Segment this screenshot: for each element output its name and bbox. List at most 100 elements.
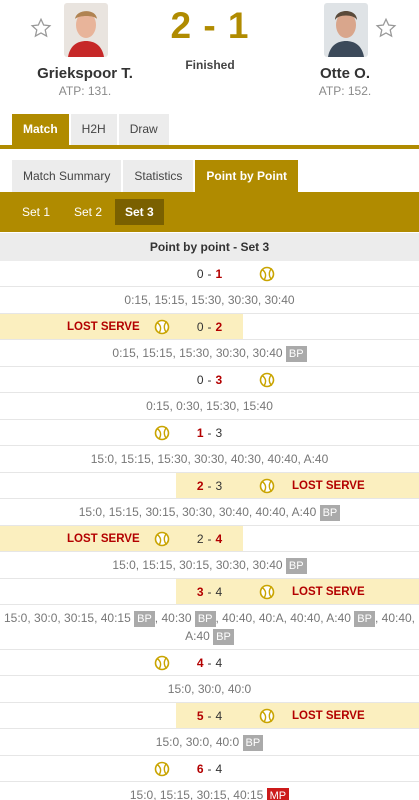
away-player-rank: ATP: 152.: [318, 84, 372, 98]
tennis-ball-serve-icon: [259, 266, 275, 282]
tennis-ball-serve-icon: [154, 761, 170, 777]
game-row: 1-3: [0, 420, 419, 446]
away-games: 4: [215, 709, 223, 723]
game-row: 4-4: [0, 650, 419, 676]
points-row: 15:0, 30:0, 40:0 BP: [0, 729, 419, 756]
game-row: LOST SERVE 2-3: [0, 473, 419, 499]
home-games: 2: [196, 479, 204, 493]
tennis-ball-serve-icon: [154, 319, 170, 335]
home-games: 4: [196, 656, 204, 670]
away-games: 3: [215, 426, 223, 440]
score-separator: -: [207, 762, 212, 776]
break-point-badge: BP: [194, 611, 216, 627]
detail-tabs: Match Summary Statistics Point by Point: [12, 160, 299, 192]
game-row: 0-3: [0, 367, 419, 393]
home-player-avatar[interactable]: [64, 3, 108, 57]
home-games: 0: [196, 320, 204, 334]
away-player-name[interactable]: Otte O.: [270, 65, 419, 82]
game-score: 1-3: [0, 420, 419, 446]
points-row: 0:15, 15:15, 15:30, 30:30, 30:40 BP: [0, 340, 419, 367]
score-separator: -: [207, 373, 212, 387]
tab-match[interactable]: Match: [12, 114, 69, 145]
tab-h2h[interactable]: H2H: [70, 114, 117, 145]
break-point-badge: BP: [213, 629, 234, 645]
home-player-name[interactable]: Griekspoor T.: [10, 65, 160, 82]
points-sequence: 15:0, 30:0, 40:0: [167, 682, 252, 696]
main-tabs: Match H2H Draw: [12, 114, 169, 145]
score-separator: -: [207, 320, 212, 334]
away-games: 2: [215, 320, 223, 334]
points-sequence: 0:15, 15:15, 15:30, 30:30, 30:40: [124, 293, 295, 307]
game-row: LOST SERVE 5-4: [0, 703, 419, 729]
points-row: 0:15, 0:30, 15:30, 15:40: [0, 393, 419, 420]
away-games: 4: [215, 532, 223, 546]
points-sequence: 15:0, 15:15, 30:15, 30:30, 30:40, 40:40,…: [78, 505, 320, 519]
section-title: Point by point - Set 3: [0, 233, 419, 261]
points-row: 15:0, 15:15, 30:15, 40:15 MP: [0, 782, 419, 800]
match-score: 2 - 1: [170, 5, 250, 46]
set-3-button[interactable]: Set 3: [115, 199, 164, 225]
game-score: 6-4: [0, 756, 419, 782]
score-separator: -: [207, 709, 212, 723]
set-1-button[interactable]: Set 1: [12, 199, 60, 225]
set-selector: Set 1 Set 2 Set 3: [0, 192, 419, 232]
away-games: 4: [215, 762, 223, 776]
score-separator: -: [207, 479, 212, 493]
tab-point-by-point[interactable]: Point by Point: [195, 160, 299, 192]
away-player-avatar[interactable]: [324, 3, 368, 57]
tab-statistics[interactable]: Statistics: [123, 160, 194, 192]
points-row: 15:0, 15:15, 30:15, 30:30, 30:40 BP: [0, 552, 419, 579]
points-sequence: 15:0, 15:15, 15:30, 30:30, 40:30, 40:40,…: [90, 452, 329, 466]
points-row: 15:0, 15:15, 15:30, 30:30, 40:30, 40:40,…: [0, 446, 419, 473]
home-games: 6: [196, 762, 204, 776]
points-sequence: 0:15, 0:30, 15:30, 15:40: [146, 399, 273, 413]
points-sequence: 0:15, 15:15, 15:30, 30:30, 30:40: [112, 346, 286, 360]
tennis-ball-serve-icon: [259, 708, 275, 724]
score-separator: -: [207, 656, 212, 670]
game-row: 0-1: [0, 261, 419, 287]
tab-draw[interactable]: Draw: [118, 114, 169, 145]
tennis-ball-serve-icon: [259, 478, 275, 494]
game-score: 0-2: [0, 314, 419, 340]
set-2-button[interactable]: Set 2: [64, 199, 112, 225]
tennis-ball-serve-icon: [154, 531, 170, 547]
home-games: 2: [196, 532, 204, 546]
game-score: 2-4: [0, 526, 419, 552]
break-point-badge: BP: [354, 611, 375, 627]
home-games: 0: [196, 373, 204, 387]
game-score: 0-1: [0, 261, 419, 287]
points-sequence: 15:0, 30:0, 30:15, 40:15: [4, 611, 135, 625]
score-separator: -: [207, 426, 212, 440]
match-point-badge: MP: [266, 788, 290, 800]
points-sequence: 15:0, 15:15, 30:15, 30:30, 30:40: [112, 558, 286, 572]
points-sequence: , 40:30: [154, 611, 195, 625]
points-row: 15:0, 30:0, 30:15, 40:15 BP, 40:30 BP, 4…: [0, 605, 419, 650]
game-score: 2-3: [0, 473, 419, 499]
point-by-point-list: 0-1 0:15, 15:15, 15:30, 30:30, 30:40 LOST …: [0, 261, 419, 800]
away-games: 3: [215, 479, 223, 493]
away-games: 3: [215, 373, 223, 387]
favorite-star-icon[interactable]: [30, 17, 52, 39]
match-status: Finished: [185, 58, 235, 72]
match-header: 2 - 1 Finished Griekspoor T. ATP: 131. O…: [0, 0, 419, 112]
game-score: 3-4: [0, 579, 419, 605]
favorite-star-icon[interactable]: [375, 17, 397, 39]
break-point-badge: BP: [285, 558, 307, 574]
break-point-badge: BP: [134, 611, 155, 627]
tennis-ball-serve-icon: [259, 372, 275, 388]
tabs-divider: [0, 145, 419, 149]
home-games: 5: [196, 709, 204, 723]
score-separator: -: [207, 532, 212, 546]
home-games: 3: [196, 585, 204, 599]
tab-match-summary[interactable]: Match Summary: [12, 160, 122, 192]
break-point-badge: BP: [242, 735, 264, 751]
points-sequence: 15:0, 15:15, 30:15, 40:15: [129, 788, 267, 800]
points-row: 0:15, 15:15, 15:30, 30:30, 30:40: [0, 287, 419, 314]
break-point-badge: BP: [285, 346, 307, 362]
tennis-ball-serve-icon: [154, 655, 170, 671]
home-games: 1: [196, 426, 204, 440]
game-row: LOST SERVE 3-4: [0, 579, 419, 605]
points-row: 15:0, 15:15, 30:15, 30:30, 30:40, 40:40,…: [0, 499, 419, 526]
tennis-ball-serve-icon: [259, 584, 275, 600]
away-games: 4: [215, 585, 223, 599]
